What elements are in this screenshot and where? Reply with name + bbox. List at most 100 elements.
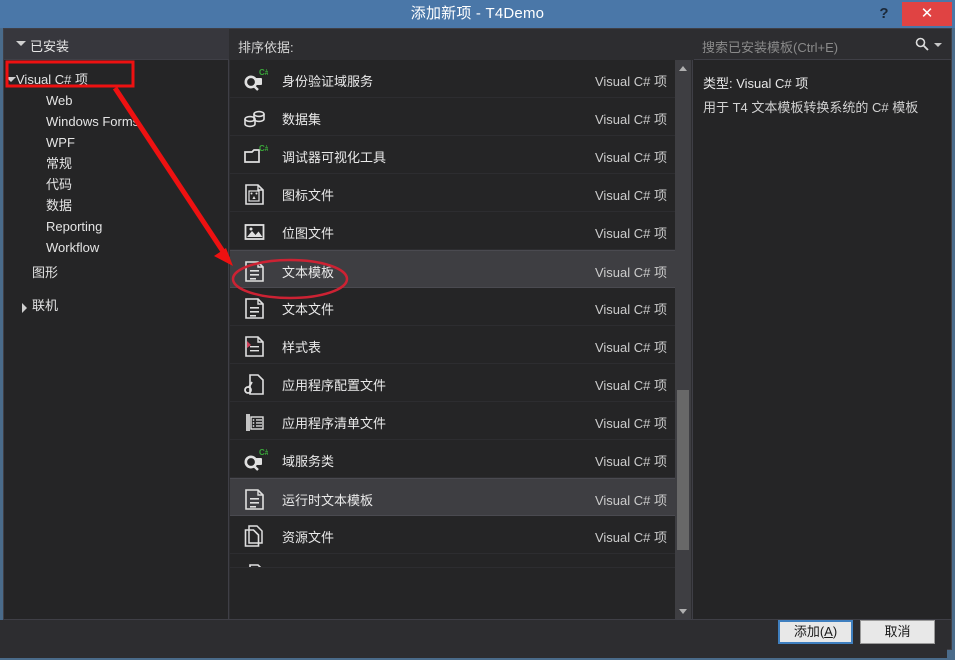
tree-item-label: 联机 [32,298,59,313]
debugger-visualizer-icon: C# [244,144,268,163]
sort-by-label: 排序依据: [238,40,294,55]
triangle-down-icon [679,609,687,614]
template-name: 应用程序配置文件 [282,378,387,393]
svg-text:C#: C# [259,144,268,153]
chevron-down-icon [6,77,16,82]
template-row[interactable]: 运行时文本模板 Visual C# 项 [230,478,675,516]
template-type: Visual C# 项 [594,226,667,241]
template-type: Visual C# 项 [594,265,667,280]
scrollbar-thumb[interactable] [677,390,689,550]
templates-list[interactable]: C#身份验证域服务Visual C# 项数据集 Visual C# 项 C# 调试器可… [230,60,690,619]
scroll-up-button[interactable] [675,60,691,76]
template-name: 域服务类 [282,454,335,469]
tree-item-4[interactable]: 常规 [4,153,228,174]
help-icon[interactable]: ? [871,2,897,26]
domain-service-icon: C# [244,68,268,91]
template-name: 样式表 [282,340,322,355]
tree-item-7[interactable]: Reporting [4,216,228,237]
template-name: 位图文件 [282,226,335,241]
add-label-key: A [824,624,833,639]
toolbar: 已安装 排序依据: 搜索已安装模板(Ctrl+E) [4,29,951,62]
tree-item-2[interactable]: Windows Forms [4,111,228,132]
template-name: 文本文件 [282,302,335,317]
template-name: 数据集 [282,112,322,127]
search-icon[interactable] [915,37,929,51]
template-name: 文本模板 [282,265,335,280]
template-row-partial[interactable] [230,554,675,568]
tree-item-label: Visual C# 项 [16,72,89,87]
search-input[interactable]: 搜索已安装模板(Ctrl+E) [694,29,951,60]
template-row[interactable]: 应用程序清单文件 Visual C# 项 [230,402,675,440]
template-row[interactable]: 图标文件 Visual C# 项 [230,174,675,212]
close-icon[interactable]: ✕ [902,2,952,26]
template-type: Visual C# 项 [594,493,667,508]
stylesheet-icon [245,336,264,357]
add-new-item-dialog: 添加新项 - T4Demo ? ✕ 已安装 排序依据: 搜索已安装模板(Ctrl… [0,0,955,660]
tree-item-6[interactable]: 数据 [4,195,228,216]
tree-item-label: Workflow [46,240,100,255]
template-row[interactable]: 文本文件 Visual C# 项 [230,288,675,326]
template-type: Visual C# 项 [594,378,667,393]
template-name: 调试器可视化工具 [282,150,387,165]
template-row[interactable]: 位图文件 Visual C# 项 [230,212,675,250]
app-manifest-icon [246,414,264,431]
chevron-down-icon [16,41,26,46]
template-row[interactable]: 样式表 Visual C# 项 [230,326,675,364]
add-button[interactable]: 添加(A) [778,620,853,644]
tree-item-1[interactable]: Web [4,90,228,111]
runtime-text-template-icon [245,489,264,510]
app-config-icon [249,564,262,567]
list-scrollbar[interactable] [675,60,691,619]
icon-file-icon [245,184,264,205]
template-type: Visual C# 项 [594,150,667,165]
template-type: Visual C# 项 [594,112,667,127]
chevron-right-icon [22,303,27,313]
tree-item-8[interactable]: Workflow [4,237,228,258]
tree-item-0[interactable]: Visual C# 项 [4,69,228,90]
text-template-icon [245,261,264,282]
window-title: 添加新项 - T4Demo [410,5,545,22]
template-row[interactable]: 文本模板 Visual C# 项 [230,250,675,288]
resource-file-icon [244,525,263,547]
template-row[interactable]: 数据集 Visual C# 项 [230,98,675,136]
search-placeholder: 搜索已安装模板(Ctrl+E) [702,40,839,55]
tree-item-3[interactable]: WPF [4,132,228,153]
template-type: Visual C# 项 [594,416,667,431]
title-bar: 添加新项 - T4Demo ? ✕ [0,0,955,28]
template-name: 资源文件 [282,530,335,545]
template-type: Visual C# 项 [594,340,667,355]
template-row[interactable]: C# 身份验证域服务 Visual C# 项 [230,60,675,98]
scroll-down-button[interactable] [675,603,691,619]
template-row[interactable]: 应用程序配置文件 Visual C# 项 [230,364,675,402]
details-description: 用于 T4 文本模板转换系统的 C# 模板 [703,100,919,115]
details-type: 类型: Visual C# 项 [703,76,809,91]
add-label-suffix: ) [832,624,838,639]
template-row[interactable]: C# 调试器可视化工具 Visual C# 项 [230,136,675,174]
dialog-body: 已安装 排序依据: 搜索已安装模板(Ctrl+E) 默认值 [3,28,952,650]
tree-item-5[interactable]: 代码 [4,174,228,195]
tree-item-9[interactable]: 图形 [4,262,228,283]
template-row[interactable]: C# 域服务类 Visual C# 项 [230,440,675,478]
template-row[interactable]: 资源文件 Visual C# 项 [230,516,675,554]
bitmap-file-icon [244,224,265,240]
tree-item-label: WPF [46,135,75,150]
installed-header[interactable]: 已安装 [4,29,229,60]
tree-item-label: Windows Forms [46,114,140,129]
details-pane: 类型: Visual C# 项 用于 T4 文本模板转换系统的 C# 模板 [692,60,951,619]
chevron-down-icon[interactable] [934,43,942,47]
template-type: Visual C# 项 [594,74,667,89]
template-name: 应用程序清单文件 [282,416,387,431]
template-name: 图标文件 [282,188,335,203]
tree-item-10[interactable]: 联机 [4,295,228,316]
dataset-icon [244,110,265,128]
tree-item-label: 数据 [46,198,73,213]
cancel-button[interactable]: 取消 [860,620,935,644]
tree-item-label: 图形 [32,265,59,280]
tree-item-label: 代码 [46,177,73,192]
dialog-buttons: 添加(A) 取消 [0,620,947,658]
template-type: Visual C# 项 [594,530,667,545]
text-file-icon [245,298,264,319]
categories-tree[interactable]: Visual C# 项 Web Windows Forms WPF 常规代码数据 Repo… [4,60,229,619]
tree-item-label: Reporting [46,219,103,234]
domain-service-class-icon: C# [244,448,268,471]
